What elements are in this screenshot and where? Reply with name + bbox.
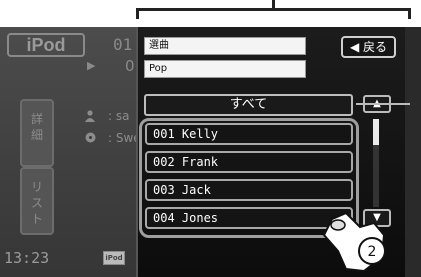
- list-item[interactable]: 001 Kelly: [145, 123, 353, 145]
- play-icon: ▶: [87, 59, 96, 72]
- category-field: 選曲: [144, 37, 306, 55]
- detail-side-button: 詳 細: [20, 99, 54, 167]
- back-button[interactable]: ◀ 戻る: [341, 36, 396, 58]
- list-side-label: リ ス ト: [30, 180, 43, 226]
- detail-side-label: 詳 細: [30, 112, 43, 142]
- list-side-button: リ ス ト: [20, 167, 54, 235]
- track-sub-number: 0: [125, 57, 135, 75]
- genre-field: Pop: [144, 60, 306, 78]
- annotation-bracket-stem: [272, 0, 275, 10]
- background-ipod-screen: iPod 01 ▶ 0 詳 細 リ ス ト : sa : Swe 13:23 i…: [0, 27, 145, 277]
- track-number: 01: [113, 35, 133, 54]
- callout-line: [356, 103, 410, 105]
- nav-screen: iPod 01 ▶ 0 詳 細 リ ス ト : sa : Swe 13:23 i…: [0, 27, 421, 277]
- artist-partial: : sa: [108, 109, 130, 123]
- person-icon: [85, 110, 95, 125]
- scrollbar-thumb[interactable]: [373, 119, 379, 145]
- list-item[interactable]: 002 Frank: [145, 151, 353, 173]
- ipod-small-badge: iPod: [103, 251, 125, 265]
- all-songs-button[interactable]: すべて: [144, 94, 353, 116]
- tap-hand-icon: 2: [316, 205, 402, 277]
- disc-icon: [85, 132, 96, 146]
- step-number-label: 2: [368, 244, 377, 260]
- ipod-source-label: iPod: [7, 33, 85, 57]
- clock: 13:23: [4, 249, 50, 267]
- list-item[interactable]: 003 Jack: [145, 179, 353, 201]
